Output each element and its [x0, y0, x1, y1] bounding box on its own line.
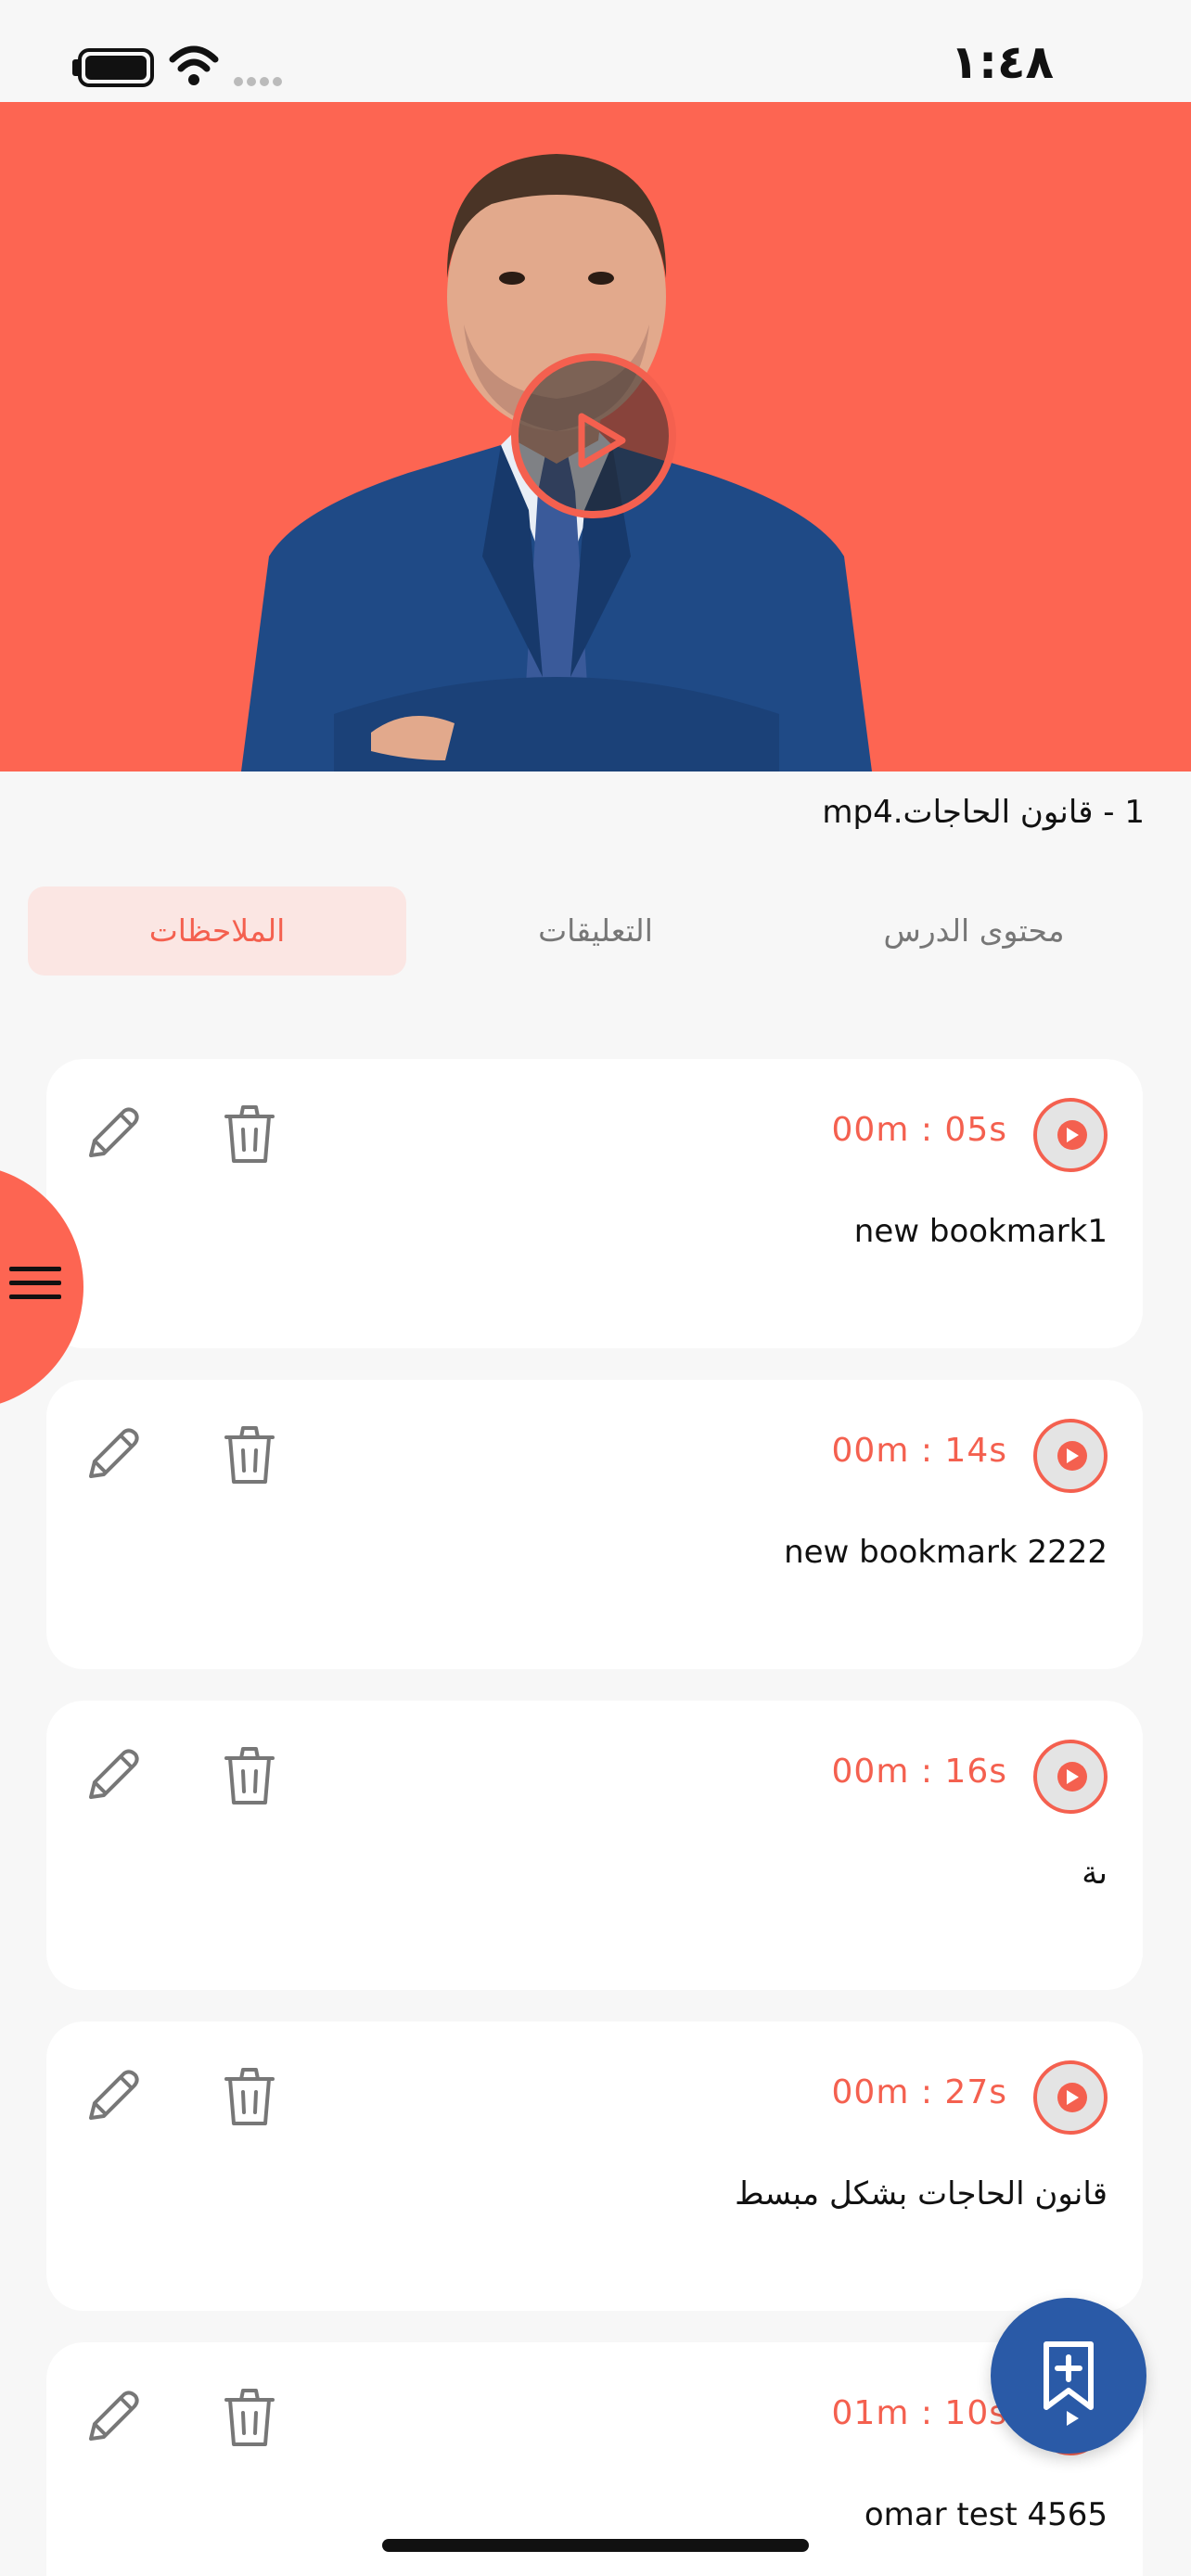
note-card: 00m : 14s new bookmark 2222 [46, 1380, 1143, 1669]
note-text: قانون الحاجات بشكل مبسط [735, 2175, 1108, 2213]
cellular-signal-icon [234, 72, 286, 90]
app-screen: ١:٤٨ 1 - قانون الحاجات.mp4 محتوى الدرس ا… [0, 0, 1191, 2576]
play-from-timestamp-button[interactable] [1033, 1098, 1108, 1172]
note-card: 00m : 05s new bookmark1 [46, 1059, 1143, 1348]
pencil-icon[interactable] [80, 1743, 145, 1808]
video-player[interactable] [0, 102, 1191, 772]
note-text: new bookmark1 [853, 1213, 1108, 1250]
note-timestamp: 00m : 14s [831, 1432, 1007, 1470]
pencil-icon[interactable] [80, 2064, 145, 2129]
lesson-title: 1 - قانون الحاجات.mp4 [822, 794, 1145, 831]
tab-lesson-content[interactable]: محتوى الدرس [785, 886, 1163, 976]
wifi-icon [169, 45, 219, 85]
pencil-icon[interactable] [80, 1102, 145, 1167]
trash-icon[interactable] [219, 1743, 280, 1808]
tab-comments[interactable]: التعليقات [406, 886, 785, 976]
play-from-timestamp-button[interactable] [1033, 1740, 1108, 1814]
battery-icon [78, 48, 154, 87]
play-from-timestamp-button[interactable] [1033, 1419, 1108, 1493]
status-time: ١:٤٨ [950, 35, 1054, 89]
play-icon [578, 413, 626, 468]
tab-bar: محتوى الدرس التعليقات الملاحظات [28, 886, 1163, 976]
trash-icon[interactable] [219, 1422, 280, 1487]
note-card: 00m : 27s قانون الحاجات بشكل مبسط [46, 2021, 1143, 2311]
pencil-icon[interactable] [80, 1422, 145, 1487]
note-text: ىة [1082, 1855, 1108, 1892]
home-indicator [382, 2539, 809, 2552]
trash-icon[interactable] [219, 2064, 280, 2129]
note-text: omar test 4565 [864, 2496, 1108, 2533]
note-timestamp: 00m : 16s [831, 1753, 1007, 1791]
note-timestamp: 01m : 10s [831, 2394, 1007, 2432]
note-timestamp: 00m : 05s [831, 1111, 1007, 1149]
pencil-icon[interactable] [80, 2385, 145, 2450]
note-timestamp: 00m : 27s [831, 2073, 1007, 2111]
note-text: new bookmark 2222 [784, 1534, 1108, 1571]
add-bookmark-button[interactable] [991, 2298, 1146, 2454]
note-card: 00m : 16s ىة [46, 1701, 1143, 1990]
play-button[interactable] [511, 353, 676, 518]
play-from-timestamp-button[interactable] [1033, 2060, 1108, 2135]
tab-notes[interactable]: الملاحظات [28, 886, 406, 976]
status-bar: ١:٤٨ [0, 0, 1191, 102]
trash-icon[interactable] [219, 2385, 280, 2450]
bookmark-add-icon [1044, 2341, 1094, 2410]
hamburger-menu-icon [9, 1267, 61, 1308]
battery-nub [72, 59, 78, 76]
trash-icon[interactable] [219, 1102, 280, 1167]
